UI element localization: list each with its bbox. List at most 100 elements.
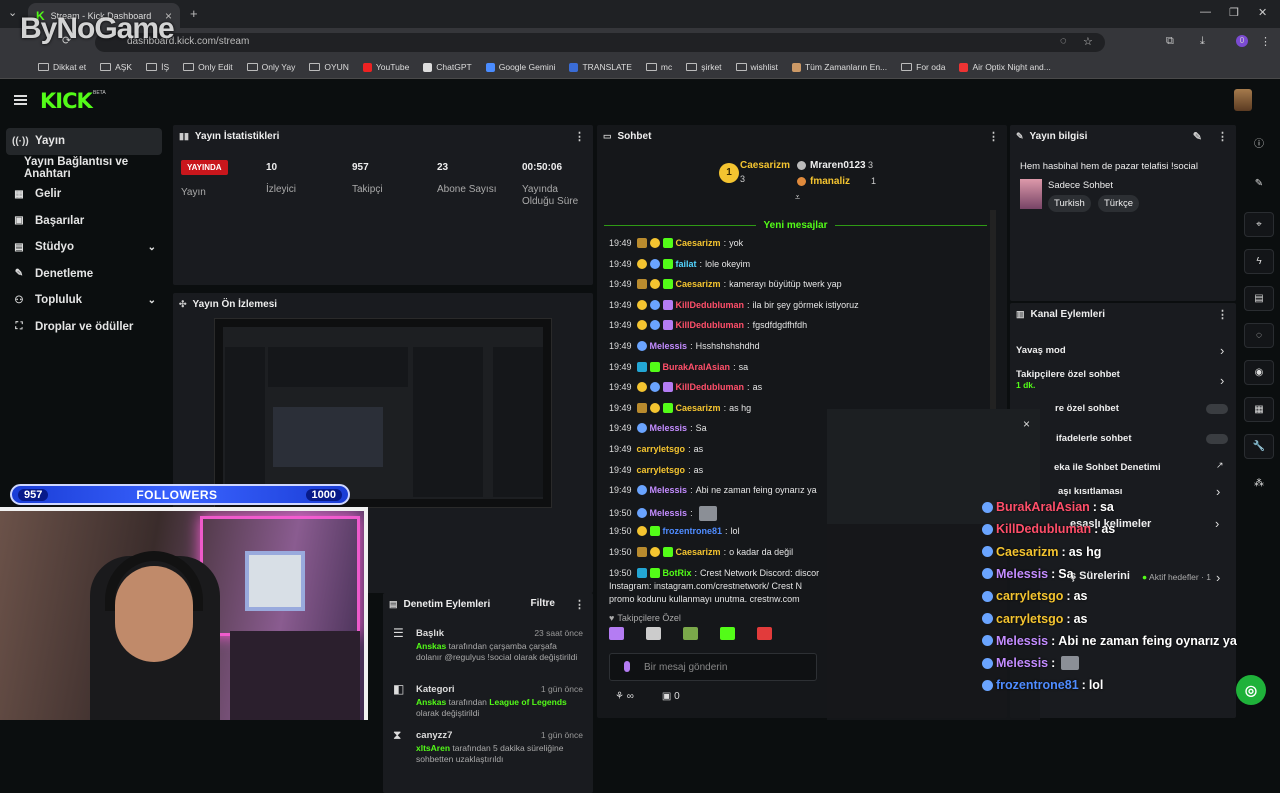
- printer-icon[interactable]: ▦: [1244, 397, 1274, 422]
- sidebar-item[interactable]: ✎ Denetleme: [0, 261, 168, 288]
- more-options-icon[interactable]: ⋮: [574, 130, 585, 143]
- more-options-icon[interactable]: ⋮: [988, 130, 999, 143]
- wrench-icon[interactable]: 🔧: [1244, 434, 1274, 459]
- sidebar-item[interactable]: ⚇ Topluluk ⌄: [0, 287, 168, 314]
- sidebar-item[interactable]: ⛶ Droplar ve ödüller: [0, 314, 168, 341]
- bookmark-item[interactable]: OYUN: [309, 62, 349, 72]
- message-username[interactable]: frozentrone81: [663, 526, 723, 536]
- url-field[interactable]: dashboard.kick.com/stream: [95, 33, 1105, 52]
- close-icon[interactable]: ×: [1023, 417, 1030, 431]
- emote-icon[interactable]: [683, 627, 698, 640]
- action-emote-only[interactable]: ifadelerle sohbet: [1056, 433, 1132, 444]
- sidebar-item[interactable]: Yayın Bağlantısı ve Anahtarı: [0, 155, 168, 182]
- chat-message[interactable]: 19:49 Melessis: Abi ne zaman feing oynarız…: [609, 485, 817, 496]
- pencil-icon[interactable]: ✎: [1244, 171, 1274, 196]
- emote-icon[interactable]: [757, 627, 772, 640]
- message-username[interactable]: Caesarizm: [676, 279, 721, 289]
- bookmark-item[interactable]: Dikkat et: [38, 62, 86, 72]
- message-username[interactable]: Melessis: [650, 485, 688, 495]
- bookmark-item[interactable]: Air Optix Night and...: [959, 62, 1051, 72]
- more-options-icon[interactable]: ⋮: [1217, 308, 1228, 321]
- gifter-name[interactable]: Caesarizm: [740, 160, 790, 171]
- chat-bubble-icon[interactable]: ◌: [1244, 323, 1274, 348]
- tab-search-icon[interactable]: ⌄: [8, 6, 17, 19]
- chat-message[interactable]: 19:49 Melessis: Hsshshshshdhd: [609, 341, 760, 351]
- action-timeout-durations[interactable]: ş Sürelerini: [1070, 570, 1130, 582]
- chat-message[interactable]: 19:49 KillDedubluman: as: [609, 382, 762, 393]
- emote-only-toggle[interactable]: [1206, 434, 1228, 444]
- chat-message[interactable]: 19:49 Caesarizm: kamerayı büyütüp twerk ya…: [609, 279, 842, 290]
- message-username[interactable]: Caesarizm: [676, 547, 721, 557]
- minimize-icon[interactable]: —: [1200, 6, 1211, 18]
- kick-logo[interactable]: KICK: [40, 89, 93, 113]
- chat-message[interactable]: 19:49 Melessis: Sa: [609, 423, 707, 434]
- emote-icon[interactable]: [609, 627, 624, 640]
- chat-message-input[interactable]: Bir mesaj gönderin: [609, 653, 817, 681]
- bookmark-item[interactable]: For oda: [901, 62, 945, 72]
- message-username[interactable]: BurakAralAsian: [663, 362, 731, 372]
- message-username[interactable]: Melessis: [650, 423, 688, 433]
- chat-message[interactable]: 19:50 Caesarizm: o kadar da değil: [609, 547, 793, 557]
- lightning-icon[interactable]: ϟ: [1244, 249, 1274, 274]
- gifter-name[interactable]: fmanaliz: [810, 176, 850, 187]
- info-icon[interactable]: ⓘ: [1244, 130, 1274, 155]
- target-icon[interactable]: ⌖: [1244, 212, 1274, 237]
- chat-message[interactable]: 19:49 carryletsgo: as: [609, 444, 703, 454]
- message-username[interactable]: KillDedubluman: [676, 382, 745, 392]
- emote-settings-icon[interactable]: ⚘ ∞: [615, 691, 634, 702]
- chat-message[interactable]: 19:50 Melessis:: [609, 505, 717, 521]
- chat-message[interactable]: 19:50 BotRix: Crest Network Discord: disco…: [609, 567, 819, 578]
- action-account-age[interactable]: aşı kısıtlaması ›: [1058, 484, 1220, 499]
- gift-counter[interactable]: ▣ 0: [662, 691, 680, 702]
- maximize-icon[interactable]: ❐: [1229, 6, 1239, 19]
- action-ai-moderation[interactable]: eka ile Sohbet Denetimi ↗: [1054, 460, 1224, 473]
- hamburger-menu-icon[interactable]: [14, 95, 27, 105]
- bookmark-item[interactable]: YouTube: [362, 62, 409, 72]
- bookmark-item[interactable]: AŞK: [100, 62, 132, 72]
- sidebar-item[interactable]: ▣ Başarılar: [0, 208, 168, 235]
- mic-icon[interactable]: [624, 661, 630, 672]
- message-username[interactable]: Melessis: [650, 341, 688, 351]
- bookmark-item[interactable]: İŞ: [146, 62, 169, 72]
- action-slow-mode[interactable]: Yavaş mod ›: [1016, 343, 1224, 358]
- message-username[interactable]: BotRix: [663, 568, 692, 578]
- active-goals[interactable]: ● Aktif hedefler · 1 ›: [1142, 570, 1220, 585]
- chat-message[interactable]: 19:49 carryletsgo: as: [609, 465, 703, 475]
- share-icon[interactable]: ⁂: [1244, 471, 1274, 496]
- bookmark-item[interactable]: mc: [645, 62, 672, 72]
- browser-menu-icon[interactable]: ⋮: [1260, 35, 1271, 48]
- message-username[interactable]: carryletsgo: [637, 444, 686, 454]
- sidebar-item[interactable]: ▦ Gelir: [0, 181, 168, 208]
- window-close-icon[interactable]: ✕: [1258, 6, 1267, 19]
- bookmark-item[interactable]: Only Yay: [246, 62, 295, 72]
- chat-message[interactable]: 19:49 Caesarizm: as hg: [609, 402, 751, 413]
- bookmark-item[interactable]: Tüm Zamanların En...: [791, 62, 887, 72]
- gifter-name[interactable]: Mraren0123: [810, 160, 866, 171]
- action-followers-only[interactable]: Takipçilere özel sohbet › 1 dk.: [1016, 369, 1224, 390]
- chat-message[interactable]: 19:49 KillDedubluman: ila bir şey görmek i…: [609, 299, 859, 310]
- message-username[interactable]: carryletsgo: [637, 465, 686, 475]
- action-subscribers-only[interactable]: re özel sohbet: [1055, 403, 1119, 414]
- eye-off-icon[interactable]: ◌: [1060, 35, 1067, 47]
- stream-preview-video[interactable]: [214, 318, 552, 508]
- profile-avatar[interactable]: 0: [1236, 35, 1248, 47]
- bookmark-star-icon[interactable]: ☆: [1083, 35, 1093, 48]
- bookmark-item[interactable]: TRANSLATE: [569, 62, 632, 72]
- chat-message[interactable]: 19:49 Caesarizm: yok: [609, 238, 743, 248]
- more-options-icon[interactable]: ⋮: [1217, 130, 1228, 143]
- subscribers-only-toggle[interactable]: [1206, 404, 1228, 414]
- bookmark-item[interactable]: şirket: [686, 62, 722, 72]
- message-username[interactable]: KillDedubluman: [676, 320, 745, 330]
- message-username[interactable]: Caesarizm: [676, 403, 721, 413]
- message-username[interactable]: Melessis: [650, 508, 688, 518]
- chat-message[interactable]: 19:49 failat: lole okeyim: [609, 258, 750, 269]
- extensions-icon[interactable]: ⧉: [1166, 35, 1174, 48]
- emote-icon[interactable]: [646, 627, 661, 640]
- bookmark-item[interactable]: wishlist: [735, 62, 778, 72]
- message-username[interactable]: Caesarizm: [676, 238, 721, 248]
- message-username[interactable]: failat: [676, 259, 697, 269]
- sidebar-item[interactable]: ((·)) Yayın: [6, 128, 162, 155]
- message-username[interactable]: KillDedubluman: [676, 300, 745, 310]
- bookmark-item[interactable]: Google Gemini: [485, 62, 555, 72]
- user-avatar[interactable]: [1234, 89, 1252, 111]
